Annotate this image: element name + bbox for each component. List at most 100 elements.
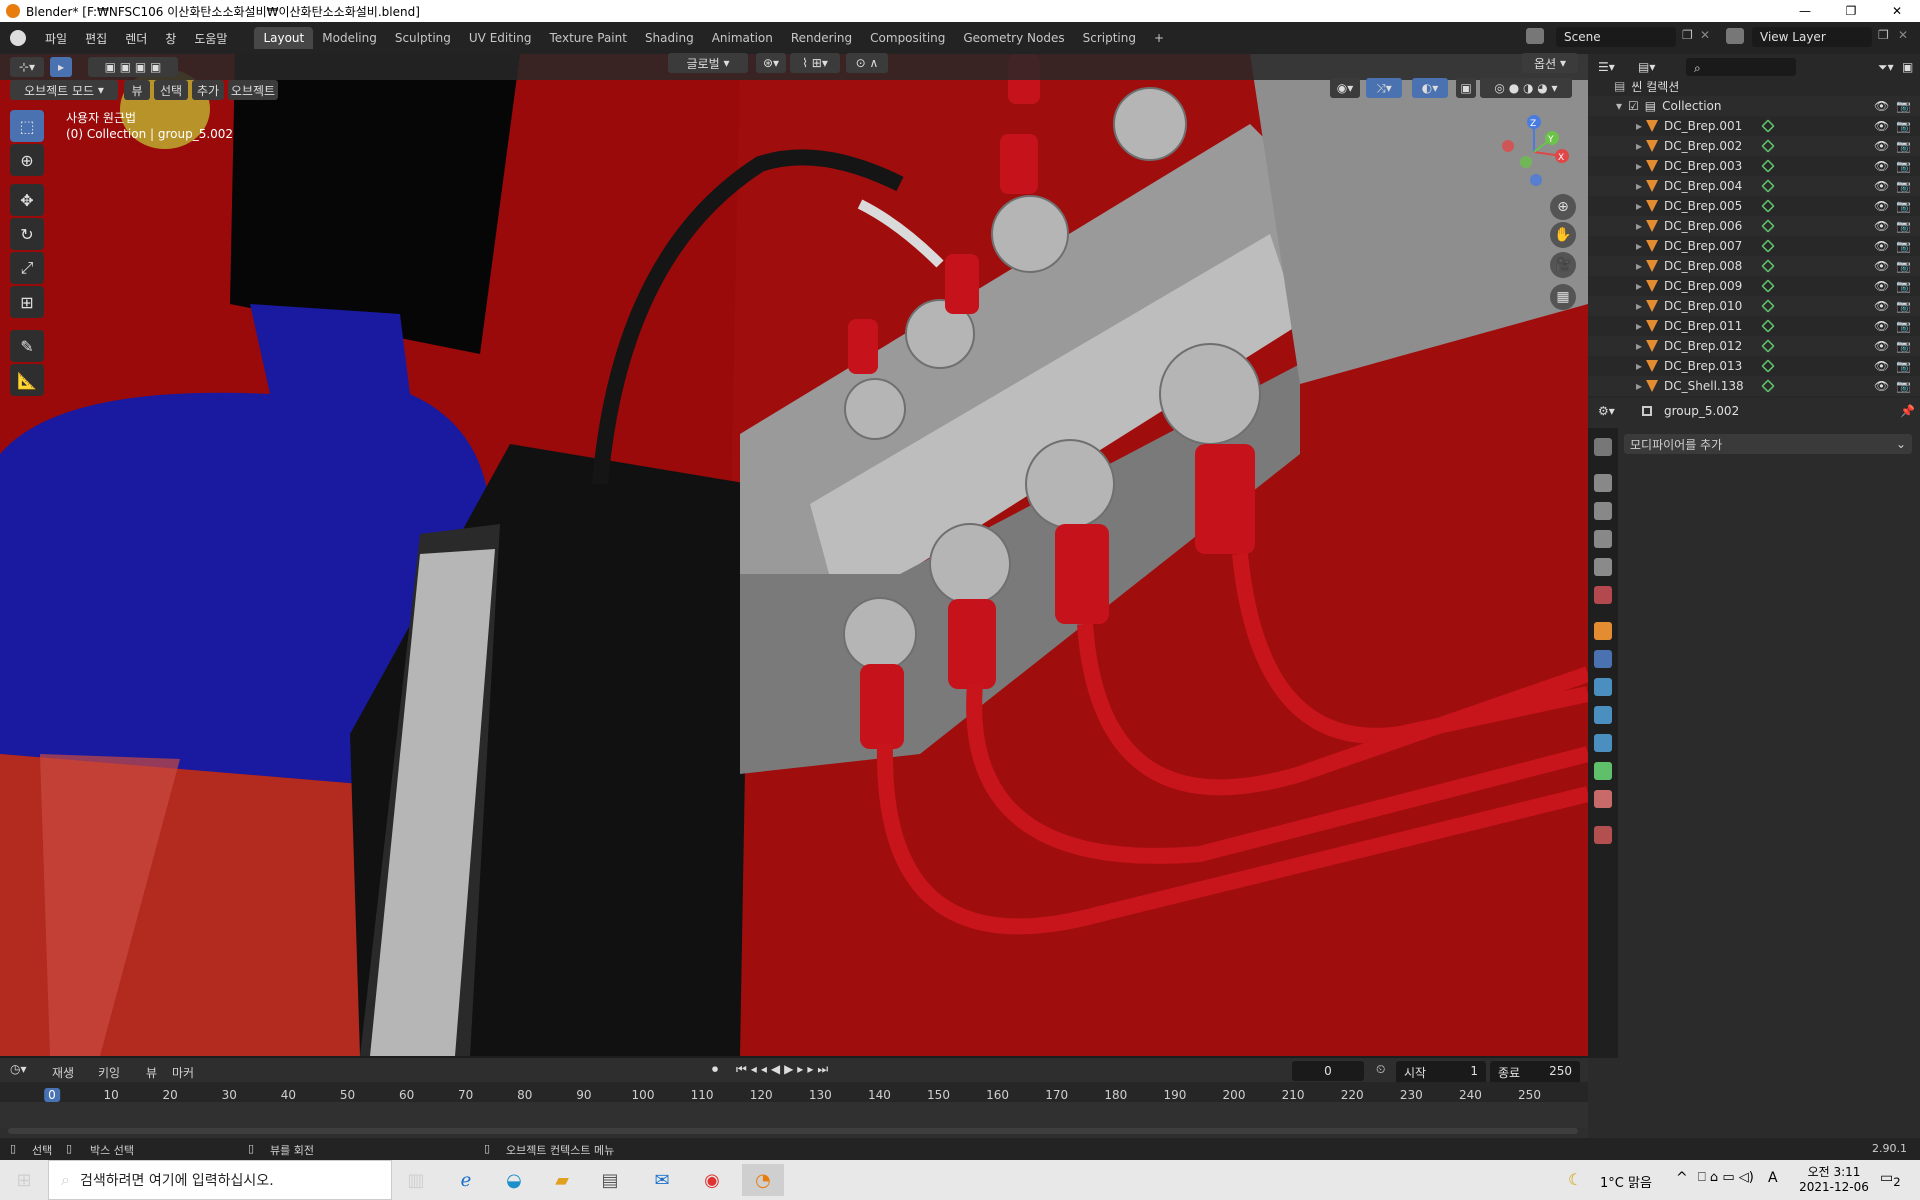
timeline-menu-playback[interactable]: 재생 [52, 1064, 74, 1081]
eye-icon[interactable]: 👁 [1874, 339, 1889, 353]
render-tab-icon[interactable] [1594, 474, 1612, 492]
task-view-icon[interactable]: ▥ [400, 1164, 432, 1196]
maximize-button[interactable]: ❐ [1828, 0, 1874, 22]
select-box-tool[interactable]: ⬚ [10, 110, 44, 142]
rotate-tool[interactable]: ↻ [10, 218, 44, 250]
annotate-tool[interactable]: ✎ [10, 330, 44, 362]
options-dropdown[interactable]: 옵션 ▾ [1522, 53, 1578, 73]
file-explorer-icon[interactable]: ▰ [546, 1164, 578, 1196]
mesh-data-icon[interactable] [1761, 379, 1775, 393]
timeline-editor-type[interactable]: ◷▾ [10, 1062, 27, 1076]
tab-layout[interactable]: Layout [254, 27, 314, 49]
ime-indicator[interactable]: A [1768, 1170, 1778, 1186]
notification-icon[interactable]: ▭2 [1880, 1170, 1901, 1189]
clock-time[interactable]: 오전 3:11 [1794, 1163, 1874, 1180]
eye-icon[interactable]: 👁 [1874, 159, 1889, 173]
scene-tab-icon[interactable] [1594, 558, 1612, 576]
mesh-data-icon[interactable] [1761, 139, 1775, 153]
new-collection-icon[interactable]: ▣ [1902, 60, 1913, 74]
menu-help[interactable]: 도움말 [185, 30, 236, 47]
current-frame-field[interactable]: 0 [1292, 1061, 1364, 1081]
viewport-menu-object[interactable]: 오브젝트 [228, 80, 278, 100]
filter-icon[interactable]: ⏷▾ [1878, 60, 1894, 75]
tab-scripting[interactable]: Scripting [1074, 27, 1145, 49]
expand-arrow-icon[interactable]: ▾ [1616, 99, 1622, 113]
outliner-item[interactable]: ▸ DC_Brep.009 👁 📷 [1588, 276, 1920, 296]
windows-start-icon[interactable]: ⊞ [8, 1164, 40, 1196]
mesh-data-icon[interactable] [1761, 179, 1775, 193]
expand-arrow-icon[interactable]: ▸ [1636, 319, 1642, 333]
delete-scene-icon[interactable]: ✕ [1700, 28, 1710, 42]
mesh-data-icon[interactable] [1761, 199, 1775, 213]
mail-icon[interactable]: ✉ [646, 1164, 678, 1196]
blender-taskbar-icon[interactable]: ◔ [742, 1164, 784, 1196]
output-tab-icon[interactable] [1594, 502, 1612, 520]
camera-render-icon[interactable]: 📷 [1896, 99, 1911, 113]
camera-render-icon[interactable]: 📷 [1896, 199, 1911, 213]
proportional-editing-icon[interactable]: ⊙ ∧ [846, 53, 888, 73]
expand-arrow-icon[interactable]: ▸ [1636, 299, 1642, 313]
outliner-item[interactable]: ▸ DC_Brep.010 👁 📷 [1588, 296, 1920, 316]
move-tool[interactable]: ✥ [10, 184, 44, 216]
timeline-menu-keying[interactable]: 키잉 [98, 1064, 120, 1081]
modifier-tab-icon[interactable] [1594, 650, 1612, 668]
close-button[interactable]: ✕ [1874, 0, 1920, 22]
eye-icon[interactable]: 👁 [1874, 119, 1889, 133]
selection-mode-buttons[interactable]: ▣ ▣ ▣ ▣ [88, 57, 178, 77]
mesh-data-icon[interactable] [1761, 239, 1775, 253]
expand-arrow-icon[interactable]: ▸ [1636, 279, 1642, 293]
tool-tab-icon[interactable] [1594, 438, 1612, 456]
camera-icon[interactable]: 🎥 [1550, 252, 1576, 278]
record-button[interactable]: ⏺ [712, 1062, 718, 1077]
camera-render-icon[interactable]: 📷 [1896, 179, 1911, 193]
expand-arrow-icon[interactable]: ▸ [1636, 159, 1642, 173]
eye-icon[interactable]: 👁 [1874, 379, 1889, 393]
tab-uv-editing[interactable]: UV Editing [460, 27, 541, 49]
constraints-tab-icon[interactable] [1594, 734, 1612, 752]
weather-text[interactable]: 1°C 맑음 [1600, 1172, 1652, 1191]
camera-render-icon[interactable]: 📷 [1896, 159, 1911, 173]
blender-menu-icon[interactable] [10, 30, 26, 46]
menu-render[interactable]: 렌더 [116, 30, 156, 47]
camera-render-icon[interactable]: 📷 [1896, 359, 1911, 373]
eye-icon[interactable]: 👁 [1874, 139, 1889, 153]
timeline-scrollbar[interactable] [8, 1128, 1578, 1134]
timeline-menu-marker[interactable]: 마커 [172, 1064, 194, 1081]
outliner-item[interactable]: ▸ DC_Brep.001 👁 📷 [1588, 116, 1920, 136]
cursor-tool[interactable]: ⊕ [10, 144, 44, 176]
outliner-item[interactable]: ▸ DC_Brep.013 👁 📷 [1588, 356, 1920, 376]
outliner-item[interactable]: ▸ DC_Brep.006 👁 📷 [1588, 216, 1920, 236]
pan-icon[interactable]: ✋ [1550, 222, 1576, 248]
outliner-item[interactable]: ▸ DC_Brep.008 👁 📷 [1588, 256, 1920, 276]
tab-compositing[interactable]: Compositing [861, 27, 954, 49]
mesh-data-icon[interactable] [1761, 219, 1775, 233]
camera-render-icon[interactable]: 📷 [1896, 239, 1911, 253]
overlays-toggle-icon[interactable]: ◐▾ [1412, 78, 1448, 98]
tab-texture-paint[interactable]: Texture Paint [541, 27, 636, 49]
tab-shading[interactable]: Shading [636, 27, 703, 49]
taskbar-search-box[interactable]: ⌕ 검색하려면 여기에 입력하십시오. [48, 1160, 392, 1200]
3d-viewport[interactable] [0, 54, 1588, 1056]
snapping-icon[interactable]: ⌇ ⊞▾ [790, 53, 840, 73]
eye-icon[interactable]: 👁 [1874, 259, 1889, 273]
mesh-data-icon[interactable] [1761, 119, 1775, 133]
shading-mode-buttons[interactable]: ◎ ● ◑ ◕ ▾ [1480, 78, 1572, 98]
material-tab-icon[interactable] [1594, 790, 1612, 808]
add-workspace-button[interactable]: + [1145, 27, 1173, 49]
mesh-data-icon[interactable] [1761, 359, 1775, 373]
timeline-menu-view[interactable]: 뷰 [146, 1064, 157, 1081]
playback-controls[interactable]: ⏮◂◂◀▶▸▸⏭ [736, 1062, 832, 1077]
gizmo-toggle-icon[interactable]: ⤨▾ [1366, 78, 1402, 98]
expand-arrow-icon[interactable]: ▸ [1636, 139, 1642, 153]
start-frame-field[interactable]: 시작 1 [1396, 1061, 1486, 1084]
eye-icon[interactable]: 👁 [1874, 319, 1889, 333]
eye-icon[interactable]: 👁 [1874, 219, 1889, 233]
store-icon[interactable]: ▤ [594, 1164, 626, 1196]
camera-render-icon[interactable]: 📷 [1896, 139, 1911, 153]
expand-arrow-icon[interactable]: ▸ [1636, 179, 1642, 193]
outliner-scene-collection[interactable]: ▤ 씬 컬렉션 [1588, 76, 1920, 96]
viewport-menu-select[interactable]: 선택 [154, 80, 188, 100]
clock-date[interactable]: 2021-12-06 [1794, 1180, 1874, 1194]
outliner-item[interactable]: ▸ DC_Brep.003 👁 📷 [1588, 156, 1920, 176]
new-view-layer-icon[interactable]: ❐ [1878, 28, 1889, 42]
